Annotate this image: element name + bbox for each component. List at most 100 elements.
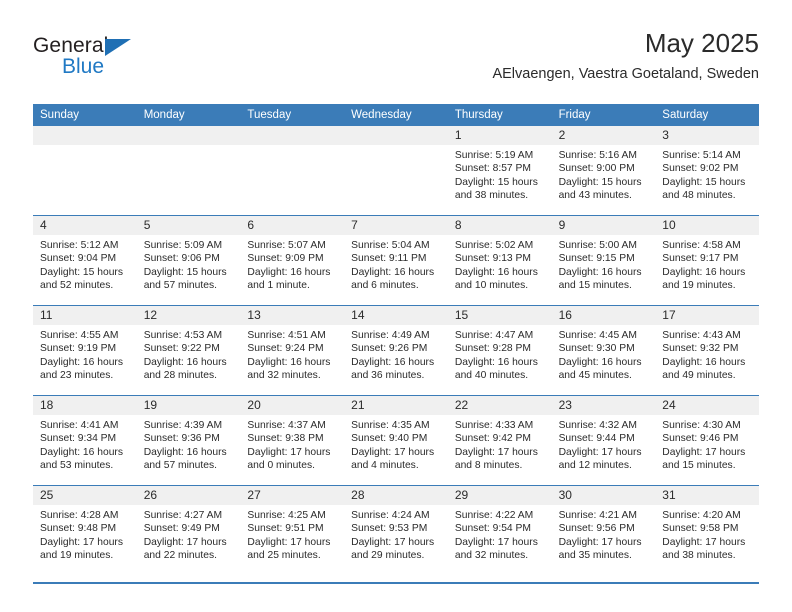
page-title: May 2025 xyxy=(644,28,759,58)
day-details: Sunrise: 4:33 AM Sunset: 9:42 PM Daylight:… xyxy=(448,415,552,472)
daylight-text-line1: Daylight: 17 hours xyxy=(454,446,538,458)
blue-triangle-icon xyxy=(105,39,131,56)
daylight-text-line1: Daylight: 17 hours xyxy=(351,446,435,458)
day-cell[interactable]: 25 Sunrise: 4:28 AM Sunset: 9:48 PM Dayligh… xyxy=(33,486,137,575)
day-cell[interactable]: 14 Sunrise: 4:49 AM Sunset: 9:26 PM Dayligh… xyxy=(344,306,448,395)
sunset-text: Sunset: 9:26 PM xyxy=(351,343,428,355)
daylight-text-line1: Daylight: 16 hours xyxy=(247,266,331,278)
day-cell[interactable]: 30 Sunrise: 4:21 AM Sunset: 9:56 PM Dayligh… xyxy=(551,486,656,575)
day-details: Sunrise: 4:53 AM Sunset: 9:22 PM Daylight:… xyxy=(137,325,241,382)
sunset-text: Sunset: 9:19 PM xyxy=(40,343,117,355)
day-details: Sunrise: 4:22 AM Sunset: 9:54 PM Daylight:… xyxy=(448,505,552,562)
day-details: Sunrise: 4:51 AM Sunset: 9:24 PM Daylight:… xyxy=(240,325,344,382)
day-cell[interactable]: 15 Sunrise: 4:47 AM Sunset: 9:28 PM Dayligh… xyxy=(447,306,552,395)
sunrise-text: Sunrise: 5:12 AM xyxy=(40,240,119,251)
sunset-text: Sunset: 9:04 PM xyxy=(40,253,117,265)
day-cell[interactable]: 27 Sunrise: 4:25 AM Sunset: 9:51 PM Dayligh… xyxy=(240,486,345,575)
sunset-text: Sunset: 9:46 PM xyxy=(662,433,739,445)
calendar-week-row: 25 Sunrise: 4:28 AM Sunset: 9:48 PM Dayligh… xyxy=(33,485,759,575)
brand-logo[interactable]: General Blue xyxy=(33,34,193,86)
sunrise-text: Sunrise: 4:28 AM xyxy=(40,510,119,521)
day-number: 10 xyxy=(655,216,759,235)
day-cell[interactable]: 7 Sunrise: 5:04 AM Sunset: 9:11 PM Daylight… xyxy=(344,216,448,305)
day-cell[interactable]: 1 Sunrise: 5:19 AM Sunset: 8:57 PM Daylight… xyxy=(447,126,552,215)
day-cell[interactable]: 22 Sunrise: 4:33 AM Sunset: 9:42 PM Dayligh… xyxy=(447,396,552,485)
day-cell[interactable]: 28 Sunrise: 4:24 AM Sunset: 9:53 PM Dayligh… xyxy=(344,486,448,575)
day-cell[interactable]: 9 Sunrise: 5:00 AM Sunset: 9:15 PM Daylight… xyxy=(551,216,656,305)
day-details: Sunrise: 5:16 AM Sunset: 9:00 PM Daylight:… xyxy=(552,145,656,202)
daylight-text-line2: and 43 minutes. xyxy=(558,189,632,201)
day-cell[interactable]: 10 Sunrise: 4:58 AM Sunset: 9:17 PM Dayligh… xyxy=(655,216,759,305)
day-cell-empty xyxy=(136,126,241,215)
sunrise-text: Sunrise: 4:51 AM xyxy=(247,330,326,341)
day-cell[interactable]: 18 Sunrise: 4:41 AM Sunset: 9:34 PM Dayligh… xyxy=(33,396,137,485)
day-number: 7 xyxy=(344,216,448,235)
daylight-text-line1: Daylight: 16 hours xyxy=(558,356,642,368)
day-cell[interactable]: 23 Sunrise: 4:32 AM Sunset: 9:44 PM Dayligh… xyxy=(551,396,656,485)
sunset-text: Sunset: 9:38 PM xyxy=(247,433,324,445)
sunset-text: Sunset: 9:11 PM xyxy=(351,253,427,265)
day-number: 5 xyxy=(136,216,241,235)
daylight-text-line2: and 38 minutes. xyxy=(662,549,736,561)
day-cell[interactable]: 4 Sunrise: 5:12 AM Sunset: 9:04 PM Daylight… xyxy=(33,216,137,305)
daylight-text-line1: Daylight: 16 hours xyxy=(143,446,227,458)
sunset-text: Sunset: 9:00 PM xyxy=(558,163,635,175)
day-number: 23 xyxy=(551,396,656,415)
sunrise-text: Sunrise: 4:20 AM xyxy=(662,510,741,521)
day-details: Sunrise: 4:55 AM Sunset: 9:19 PM Daylight:… xyxy=(33,325,137,382)
daylight-text-line2: and 48 minutes. xyxy=(662,189,736,201)
day-number: 14 xyxy=(344,306,448,325)
day-cell[interactable]: 5 Sunrise: 5:09 AM Sunset: 9:06 PM Daylight… xyxy=(136,216,241,305)
day-number: 6 xyxy=(240,216,345,235)
day-number xyxy=(33,126,137,145)
day-details: Sunrise: 5:09 AM Sunset: 9:06 PM Daylight:… xyxy=(137,235,241,292)
sunrise-text: Sunrise: 5:19 AM xyxy=(454,150,534,161)
day-details: Sunrise: 5:19 AM Sunset: 8:57 PM Daylight:… xyxy=(448,145,552,202)
day-cell[interactable]: 17 Sunrise: 4:43 AM Sunset: 9:32 PM Dayligh… xyxy=(655,306,759,395)
day-cell[interactable]: 6 Sunrise: 5:07 AM Sunset: 9:09 PM Daylight… xyxy=(240,216,345,305)
day-number xyxy=(240,126,345,145)
daylight-text-line1: Daylight: 15 hours xyxy=(662,176,746,188)
daylight-text-line2: and 19 minutes. xyxy=(40,549,114,561)
day-cell[interactable]: 24 Sunrise: 4:30 AM Sunset: 9:46 PM Dayligh… xyxy=(655,396,759,485)
day-cell[interactable]: 16 Sunrise: 4:45 AM Sunset: 9:30 PM Dayligh… xyxy=(551,306,656,395)
day-details: Sunrise: 4:43 AM Sunset: 9:32 PM Daylight:… xyxy=(655,325,759,382)
day-cell[interactable]: 13 Sunrise: 4:51 AM Sunset: 9:24 PM Dayligh… xyxy=(240,306,345,395)
day-cell[interactable]: 12 Sunrise: 4:53 AM Sunset: 9:22 PM Dayligh… xyxy=(136,306,241,395)
sunrise-text: Sunrise: 4:25 AM xyxy=(247,510,326,521)
calendar-bottom-rule xyxy=(33,582,759,584)
day-number: 25 xyxy=(33,486,137,505)
day-cell[interactable]: 11 Sunrise: 4:55 AM Sunset: 9:19 PM Dayligh… xyxy=(33,306,137,395)
sunrise-text: Sunrise: 4:24 AM xyxy=(351,510,430,521)
calendar-week-row: 11 Sunrise: 4:55 AM Sunset: 9:19 PM Dayligh… xyxy=(33,305,759,395)
daylight-text-line2: and 49 minutes. xyxy=(662,369,736,381)
sunrise-text: Sunrise: 5:02 AM xyxy=(454,240,534,251)
sunset-text: Sunset: 9:24 PM xyxy=(247,343,324,355)
day-cell[interactable]: 20 Sunrise: 4:37 AM Sunset: 9:38 PM Dayligh… xyxy=(240,396,345,485)
day-cell[interactable]: 21 Sunrise: 4:35 AM Sunset: 9:40 PM Dayligh… xyxy=(344,396,448,485)
sunset-text: Sunset: 9:44 PM xyxy=(558,433,635,445)
day-cell[interactable]: 29 Sunrise: 4:22 AM Sunset: 9:54 PM Dayligh… xyxy=(447,486,552,575)
day-details: Sunrise: 4:35 AM Sunset: 9:40 PM Daylight:… xyxy=(344,415,448,472)
daylight-text-line1: Daylight: 17 hours xyxy=(662,446,746,458)
sunset-text: Sunset: 9:51 PM xyxy=(247,523,324,535)
daylight-text-line2: and 15 minutes. xyxy=(558,279,632,291)
day-cell[interactable]: 26 Sunrise: 4:27 AM Sunset: 9:49 PM Dayligh… xyxy=(136,486,241,575)
day-cell[interactable]: 31 Sunrise: 4:20 AM Sunset: 9:58 PM Dayligh… xyxy=(655,486,759,575)
day-number: 2 xyxy=(551,126,656,145)
day-cell-empty xyxy=(240,126,345,215)
day-number: 16 xyxy=(551,306,656,325)
daylight-text-line2: and 22 minutes. xyxy=(143,549,217,561)
sunrise-text: Sunrise: 4:47 AM xyxy=(454,330,534,341)
daylight-text-line2: and 36 minutes. xyxy=(351,369,425,381)
day-cell[interactable]: 19 Sunrise: 4:39 AM Sunset: 9:36 PM Dayligh… xyxy=(136,396,241,485)
day-cell[interactable]: 8 Sunrise: 5:02 AM Sunset: 9:13 PM Daylight… xyxy=(447,216,552,305)
sunset-text: Sunset: 9:36 PM xyxy=(143,433,220,445)
day-number: 27 xyxy=(240,486,345,505)
daylight-text-line2: and 19 minutes. xyxy=(662,279,736,291)
day-cell[interactable]: 3 Sunrise: 5:14 AM Sunset: 9:02 PM Daylight… xyxy=(655,126,759,215)
day-cell[interactable]: 2 Sunrise: 5:16 AM Sunset: 9:00 PM Daylight… xyxy=(551,126,656,215)
sunrise-text: Sunrise: 4:41 AM xyxy=(40,420,119,431)
daylight-text-line1: Daylight: 16 hours xyxy=(247,356,331,368)
weekday-header-saturday: Saturday xyxy=(662,109,709,121)
